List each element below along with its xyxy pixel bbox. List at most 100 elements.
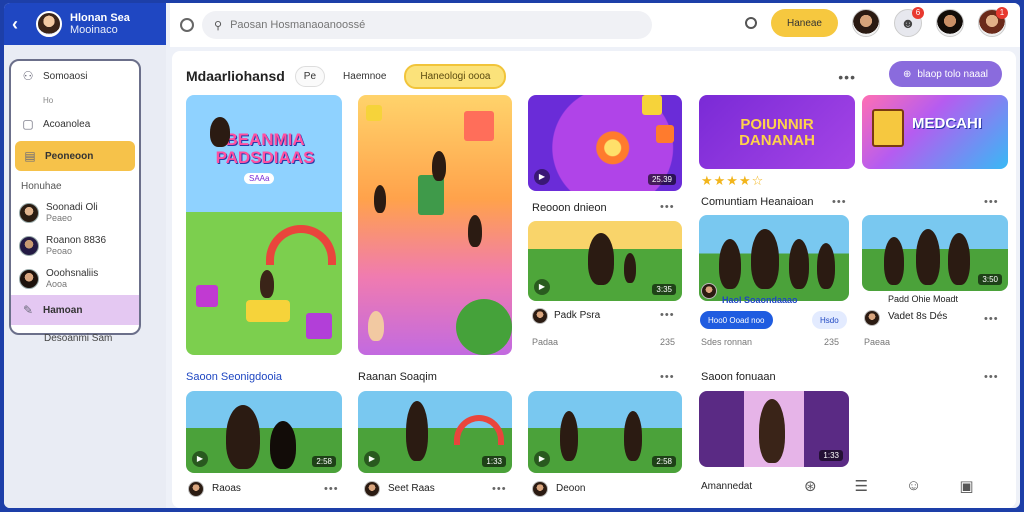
more-icon[interactable]: ••• xyxy=(492,483,507,495)
person-figure xyxy=(759,399,785,463)
filter-pill[interactable]: Haneologi oooa xyxy=(404,63,507,89)
more-icon[interactable]: ••• xyxy=(660,371,675,383)
more-icon[interactable]: ••• xyxy=(838,69,856,85)
play-icon[interactable]: ▶ xyxy=(534,451,550,467)
author-name[interactable]: Amannedat xyxy=(701,481,752,492)
secondary-button[interactable]: Hsdo xyxy=(812,311,847,329)
explore-icon[interactable]: ⊛ xyxy=(804,477,817,495)
create-button[interactable]: ⊕ blaop tolo naaal xyxy=(888,61,1002,87)
author-avatar[interactable] xyxy=(188,481,204,497)
contact-item[interactable]: Roanon 8836 Peoao xyxy=(11,229,139,262)
create-button-label: blaop tolo naaal xyxy=(917,68,988,80)
play-icon[interactable]: ▶ xyxy=(534,279,550,295)
card-meta: Sdes ronnan xyxy=(701,337,753,347)
user-avatar[interactable]: 1 xyxy=(978,7,1008,37)
video-card[interactable]: ▶ 3:35 xyxy=(528,221,682,301)
section-label: Honuhae xyxy=(21,181,62,192)
search-input[interactable] xyxy=(230,19,611,31)
more-icon[interactable]: ••• xyxy=(324,483,339,495)
game-card[interactable] xyxy=(358,95,512,355)
card-meta: 235 xyxy=(824,337,840,347)
author-name[interactable]: Padd Ohie Moadt xyxy=(888,294,958,304)
card-label[interactable]: Comuntiam Heanaioan xyxy=(701,196,814,208)
page-title: Mdaarliohansd xyxy=(186,68,285,84)
sidebar-item-0[interactable]: ⚇ Somoaosi xyxy=(11,61,139,91)
video-card[interactable]: 3:50 xyxy=(862,215,1008,291)
character-figure xyxy=(468,215,482,247)
video-card[interactable]: ▶ 1:33 xyxy=(358,391,512,473)
video-card[interactable]: ▶ 2:58 xyxy=(528,391,682,473)
play-icon[interactable]: ▶ xyxy=(364,451,380,467)
author-name[interactable]: Padk Psra xyxy=(554,310,600,321)
user-avatar[interactable] xyxy=(852,9,880,37)
more-icon[interactable]: ••• xyxy=(984,371,999,383)
game-card[interactable]: ▶ 25.39 xyxy=(528,95,682,191)
more-icon[interactable]: ••• xyxy=(660,201,675,213)
sidebar-item-label: Ho xyxy=(43,95,54,105)
card-meta: Padaa xyxy=(532,337,559,347)
search-bar[interactable]: ⚲ xyxy=(202,11,652,39)
contact-item[interactable]: Soonadi Oli Peaeo xyxy=(11,196,139,229)
author-name[interactable]: Seet Raas xyxy=(388,483,435,494)
tab-1[interactable]: Pe xyxy=(294,65,326,87)
join-button[interactable]: Hoo0 Ooad noo xyxy=(700,311,773,329)
history-icon[interactable] xyxy=(180,18,194,32)
more-icon[interactable]: ••• xyxy=(660,309,675,321)
person-figure xyxy=(884,237,904,285)
status-icon[interactable] xyxy=(744,17,757,29)
section-label[interactable]: Saoon fonuaan xyxy=(701,371,776,383)
sidebar-item-1[interactable]: Ho xyxy=(11,91,139,109)
chat-icon[interactable]: ☰ xyxy=(855,477,868,495)
contact-text: Roanon 8836 Peoao xyxy=(46,235,106,257)
author-avatar[interactable] xyxy=(532,481,548,497)
author-name[interactable]: Raoas xyxy=(212,483,241,494)
card-label[interactable]: Reooon dnieon xyxy=(532,202,607,214)
back-arrow-icon[interactable]: ‹ xyxy=(12,14,28,35)
game-card[interactable]: MEDCAHI xyxy=(862,95,1008,169)
person-figure xyxy=(624,253,636,283)
contact-text: Ooohsnaliis Aooa xyxy=(46,268,98,290)
top-right-actions: Haneae ☻ 6 1 xyxy=(744,7,1008,37)
avatar[interactable] xyxy=(36,11,62,37)
section-label[interactable]: Saoon Seonigdooia xyxy=(186,371,282,383)
author-avatar[interactable] xyxy=(864,310,880,326)
plus-icon: ⊕ xyxy=(902,68,912,80)
sidebar-item-highlight[interactable]: ✎ Hamoan xyxy=(11,295,139,325)
play-icon[interactable]: ▶ xyxy=(534,169,550,185)
profile-icon[interactable]: ☺ xyxy=(906,477,921,495)
more-icon[interactable]: ••• xyxy=(984,313,999,325)
play-icon[interactable]: ▶ xyxy=(192,451,208,467)
person-figure xyxy=(719,239,741,289)
rainbow-shape xyxy=(454,415,504,445)
contact-item[interactable]: Ooohsnaliis Aooa xyxy=(11,262,139,295)
notification-icon[interactable]: ☻ 6 xyxy=(894,7,924,37)
section-label[interactable]: Raanan Soaqim xyxy=(358,371,437,383)
user-avatar[interactable] xyxy=(936,9,964,37)
tab-2[interactable]: Haemnoe xyxy=(335,67,394,86)
video-card[interactable]: ▶ 2:58 xyxy=(186,391,342,473)
community-banner[interactable]: POIUNNIR DANANAH xyxy=(699,95,855,169)
top-bar: ⚲ Haneae ☻6 1 xyxy=(170,3,1020,47)
sidebar-item-3-active[interactable]: ▤ Peoneoon xyxy=(15,141,135,171)
upgrade-button[interactable]: Haneae xyxy=(770,9,838,37)
main-header: Mdaarliohansd Pe Haemnoe Haneologi oooa … xyxy=(186,61,1006,91)
person-figure xyxy=(948,233,970,285)
author-avatar[interactable] xyxy=(532,308,548,324)
video-card[interactable]: 1:33 xyxy=(699,391,849,467)
author-avatar[interactable] xyxy=(364,481,380,497)
sidebar: ⚇ Somoaosi Ho ▢ Acoanolea ▤ Peoneoon Hon… xyxy=(4,45,166,508)
person-figure xyxy=(817,243,835,289)
hero-card[interactable]: BEANMIA PADSDIAAS SAAa xyxy=(186,95,342,355)
more-icon[interactable]: ••• xyxy=(832,196,847,208)
author-avatar[interactable] xyxy=(701,283,717,299)
author-sub[interactable]: Vadet 8s Dés xyxy=(888,311,947,322)
person-figure xyxy=(916,229,940,285)
sidebar-item-label: Somoaosi xyxy=(43,70,88,82)
card-tag[interactable]: Haol Soaondaaao xyxy=(722,295,798,305)
video-card[interactable] xyxy=(699,215,849,301)
more-icon[interactable]: ••• xyxy=(984,196,999,208)
sidebar-item-2[interactable]: ▢ Acoanolea xyxy=(11,109,139,139)
app-window: ‹ Hlonan Sea Mooinaco ⚇ Somoaosi Ho ▢ Ac… xyxy=(4,3,1020,508)
stats-icon[interactable]: ▣ xyxy=(959,477,973,495)
author-name[interactable]: Deoon xyxy=(556,483,585,494)
